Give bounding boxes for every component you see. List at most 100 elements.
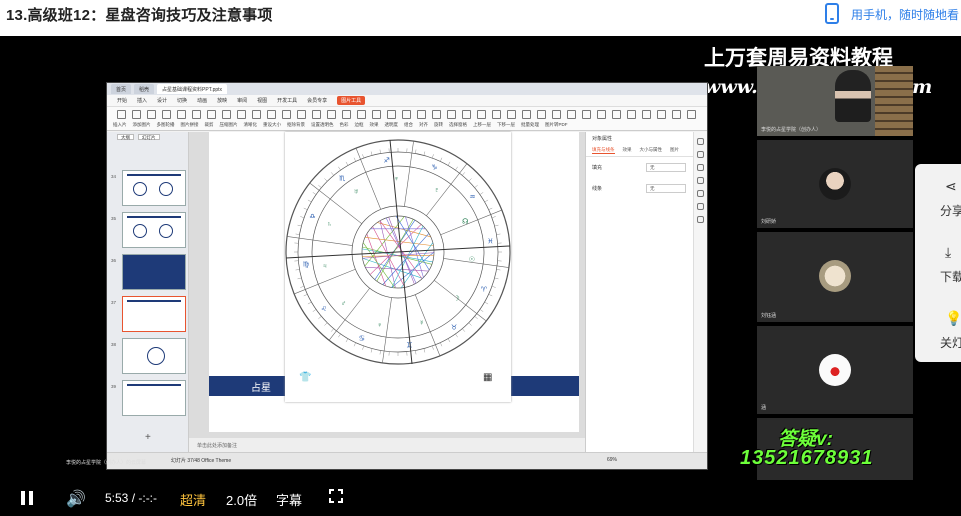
- add-slide-icon: +: [145, 432, 151, 443]
- degree-tick: [432, 345, 434, 350]
- pause-icon[interactable]: [21, 491, 33, 505]
- zodiac-glyph: ♍: [303, 260, 310, 268]
- toolbar-label: 添加图片: [132, 122, 151, 127]
- phone-icon[interactable]: [825, 3, 839, 24]
- lightbulb-icon: 💡: [945, 310, 961, 326]
- degree-tick: [318, 316, 322, 320]
- volume-icon[interactable]: 🔊: [66, 489, 86, 509]
- menu-item: 插入: [137, 98, 148, 104]
- download-button[interactable]: ⤓ 下载: [915, 230, 961, 296]
- tool-icon: [222, 110, 231, 119]
- fullscreen-icon[interactable]: [329, 489, 343, 503]
- tool-icon: [507, 110, 516, 119]
- slide-thumbnail: [122, 380, 186, 416]
- slide: 占星 ♈ ♉ ♊ ♋ ♌ ♍ ♎ ♏ ♐ ♑ ♒ ♓ ☉ ☽ ☿ ♀ ♂ ♃ ♄ ♅ ♆ ♇ ☊ 👕 ▦: [209, 132, 579, 432]
- degree-tick: [415, 149, 417, 154]
- tool-icon: [117, 110, 126, 119]
- course-title: 13.高级班12：星盘咨询技巧及注意事项: [6, 7, 273, 24]
- video-player[interactable]: 上万套周易资料教程 www.265zhouyiw.com 首页 稻壳 占星基础课…: [0, 36, 961, 516]
- degree-tick: [295, 269, 300, 271]
- toolbar-label: 裁剪: [204, 122, 214, 127]
- tool-icon: [657, 110, 666, 119]
- tool-icon: [402, 110, 411, 119]
- degree-tick: [496, 233, 501, 235]
- zodiac-glyph: ♎: [309, 214, 315, 221]
- tool-icon: [252, 110, 261, 119]
- aspect-line: [395, 215, 430, 271]
- degree-tick: [479, 192, 484, 195]
- toolbar-label: 边框: [354, 122, 364, 127]
- slide-thumbnail: [122, 170, 186, 206]
- shared-screen: 首页 稻壳 占星基础课程资料PPT.pptx 开始 插入 设计 切换 动画 放映…: [106, 82, 708, 470]
- degree-tick: [307, 199, 312, 203]
- tool-icon: [207, 110, 216, 119]
- lights-off-button[interactable]: 💡 关灯: [915, 296, 961, 362]
- degree-tick: [295, 233, 300, 235]
- bookshelf: [875, 66, 913, 136]
- quality-button[interactable]: 超清: [180, 490, 206, 509]
- degree-tick: [297, 277, 302, 280]
- house-line: [426, 163, 468, 216]
- tool-icon: [697, 190, 704, 197]
- tool-icon: [372, 110, 381, 119]
- degree-tick: [484, 199, 489, 203]
- subtitle-button[interactable]: 字幕: [276, 490, 302, 509]
- thumb-circle: [159, 224, 173, 238]
- degree-tick: [447, 161, 451, 166]
- thumb-number: 39: [111, 384, 117, 389]
- participant-tile-presenter: 李悦的占星学院（创办人）: [757, 66, 913, 136]
- tool-icon: [192, 110, 201, 119]
- planet-glyph: ♄: [327, 221, 332, 228]
- planet-glyph: ♂: [341, 300, 346, 307]
- properties-panel: 对象属性 填充与线条 效果 大小与属性 图片 填充 无 线条 无: [585, 132, 693, 452]
- tool-icon: [627, 110, 636, 119]
- degree-tick: [484, 301, 489, 305]
- degree-tick: [488, 294, 493, 297]
- degree-tick: [353, 342, 356, 347]
- house-line: [355, 148, 382, 210]
- planet-glyph: ♃: [322, 263, 327, 270]
- toolbar-label: 对齐: [419, 122, 428, 127]
- thumb-circle: [147, 347, 165, 365]
- mobile-watch-link[interactable]: 用手机，随时随地看: [851, 6, 961, 23]
- prop-label: 填充: [592, 165, 603, 171]
- degree-tick: [379, 350, 381, 355]
- toolbar-label: 选择窗格: [449, 122, 467, 127]
- degree-tick: [423, 348, 426, 353]
- speed-button[interactable]: 2.0倍: [226, 490, 257, 509]
- tool-icon: [697, 151, 704, 158]
- degree-tick: [440, 157, 443, 162]
- download-icon: ⤓: [945, 244, 952, 260]
- axis-line: [285, 245, 511, 259]
- house-line: [440, 209, 502, 236]
- degree-tick: [362, 345, 364, 350]
- tool-icon: [132, 110, 141, 119]
- prop-label: 线条: [592, 186, 603, 192]
- thumb-tabs: 大纲 幻灯片: [107, 132, 188, 142]
- tool-icon: [537, 110, 546, 119]
- degree-tick: [455, 166, 458, 171]
- astrology-chart-image: ♈ ♉ ♊ ♋ ♌ ♍ ♎ ♏ ♐ ♑ ♒ ♓ ☉ ☽ ☿ ♀ ♂ ♃ ♄ ♅ ♆ ♇ ☊ 👕 ▦: [285, 132, 511, 402]
- planet-glyph: ♇: [434, 187, 439, 194]
- degree-tick: [462, 328, 466, 332]
- toolbar-label: 组合: [404, 122, 413, 127]
- zodiac-glyph: ♌: [321, 306, 327, 313]
- tool-icon: [697, 138, 704, 145]
- tool-icon: [597, 110, 606, 119]
- shirt-icon: 👕: [299, 372, 312, 383]
- toolbar-label: 上移一层: [473, 122, 491, 127]
- tool-icon: [297, 110, 306, 119]
- degree-tick: [479, 309, 484, 312]
- tool-icon: [147, 110, 156, 119]
- screen-status-bar: 幻灯片 37/48 Office Theme 69%: [107, 452, 707, 469]
- share-icon: ⋖: [945, 178, 957, 194]
- download-label: 下载: [940, 270, 961, 284]
- aspect-line: [365, 266, 429, 272]
- toolbar-label: 压缩图片: [219, 122, 238, 127]
- degree-tick: [468, 178, 472, 182]
- zodiac-glyph: ♒: [469, 194, 475, 201]
- slide-canvas: 占星 ♈ ♉ ♊ ♋ ♌ ♍ ♎ ♏ ♐ ♑ ♒ ♓ ☉ ☽ ☿ ♀ ♂ ♃ ♄ ♅ ♆ ♇ ☊ 👕 ▦ 单击此处添加备注: [189, 132, 585, 452]
- share-button[interactable]: ⋖ 分享: [915, 164, 961, 230]
- degree-tick: [345, 161, 349, 166]
- participant-name: 刘钰涵: [761, 313, 777, 319]
